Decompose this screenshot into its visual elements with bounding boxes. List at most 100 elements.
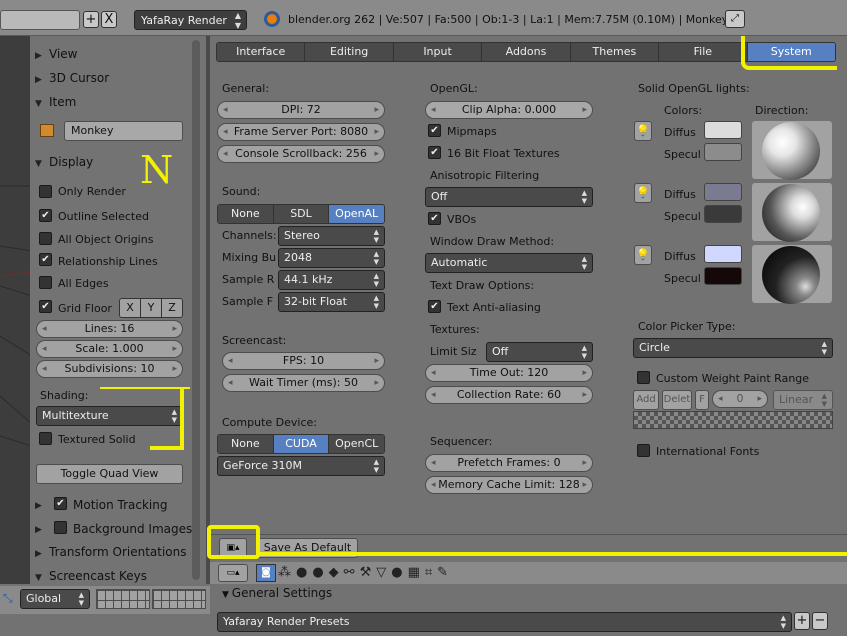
float-textures-checkbox[interactable]: ✔ <box>428 146 441 159</box>
light-1-diffuse-swatch[interactable] <box>704 121 742 139</box>
tab-interface[interactable]: Interface <box>217 43 306 61</box>
mixing-buffer-dropdown[interactable]: 2048 ▲ ▼ <box>278 248 385 268</box>
light-2-direction-sphere[interactable] <box>752 183 832 242</box>
tab-addons[interactable]: Addons <box>482 43 571 61</box>
international-fonts-checkbox[interactable] <box>637 444 650 457</box>
channels-dropdown[interactable]: Stereo ▲ ▼ <box>278 226 385 246</box>
layers-group-1[interactable] <box>96 589 150 609</box>
3d-viewport[interactable] <box>0 36 32 584</box>
fullscreen-icon[interactable]: ⤢ <box>725 10 745 28</box>
texture-timeout-field[interactable]: Time Out: 120 <box>425 364 593 382</box>
dpi-field[interactable]: DPI: 72 <box>217 101 385 119</box>
weight-delete-button[interactable]: Delet <box>662 390 692 410</box>
section-transform-orientations[interactable]: ▶ Transform Orientations <box>35 540 187 564</box>
section-view[interactable]: ▶ View <box>35 42 187 66</box>
shading-dropdown[interactable]: Multitexture ▲ ▼ <box>36 406 183 426</box>
weight-value-field[interactable]: 0 <box>712 390 768 408</box>
memory-cache-field[interactable]: Memory Cache Limit: 128 <box>425 476 593 494</box>
custom-weight-checkbox[interactable] <box>637 371 650 384</box>
light-3-direction-sphere[interactable] <box>752 245 832 304</box>
outline-selected-checkbox[interactable]: ✔ <box>39 209 52 222</box>
collapsed-triangle-icon: ▶ <box>35 549 42 559</box>
close-layout-button[interactable]: X <box>101 11 117 28</box>
editor-menu-icon[interactable]: ▭▴ <box>218 564 248 582</box>
tab-file[interactable]: File <box>659 43 748 61</box>
layers-group-2[interactable] <box>152 589 206 609</box>
add-layout-button[interactable]: + <box>83 11 99 28</box>
render-engine-dropdown[interactable]: YafaRay Render ▲ ▼ <box>134 10 247 30</box>
text-antialias-checkbox[interactable]: ✔ <box>428 300 441 313</box>
vbos-label: VBOs <box>447 213 477 226</box>
all-object-origins-checkbox[interactable] <box>39 232 52 245</box>
vbos-checkbox[interactable]: ✔ <box>428 212 441 225</box>
collection-rate-field[interactable]: Collection Rate: 60 <box>425 386 593 404</box>
tab-editing[interactable]: Editing <box>305 43 394 61</box>
sample-rate-dropdown[interactable]: 44.1 kHz ▲ ▼ <box>278 270 385 290</box>
light-1-bulb-icon[interactable]: 💡 <box>634 121 652 141</box>
tab-input[interactable]: Input <box>393 43 483 61</box>
toggle-quad-view-button[interactable]: Toggle Quad View <box>36 464 183 484</box>
background-images-checkbox[interactable] <box>54 521 67 534</box>
axis-y-toggle[interactable]: Y <box>141 299 162 317</box>
prefetch-frames-field[interactable]: Prefetch Frames: 0 <box>425 454 593 472</box>
screencast-fps-field[interactable]: FPS: 10 <box>222 352 385 370</box>
remove-preset-button[interactable]: − <box>812 612 828 630</box>
screencast-wait-timer-field[interactable]: Wait Timer (ms): 50 <box>222 374 385 392</box>
render-presets-dropdown[interactable]: Yafaray Render Presets ▲ ▼ <box>217 612 792 632</box>
light-2-specular-swatch[interactable] <box>704 205 742 223</box>
window-draw-dropdown[interactable]: Automatic ▲ ▼ <box>425 253 593 273</box>
axis-x-toggle[interactable]: X <box>120 299 141 317</box>
npanel-scrollbar[interactable] <box>192 40 200 580</box>
axis-z-toggle[interactable]: Z <box>162 299 182 317</box>
light-1-direction-sphere[interactable] <box>752 121 832 180</box>
compute-cuda-option[interactable]: CUDA <box>273 435 330 453</box>
only-render-checkbox[interactable] <box>39 185 52 198</box>
color-picker-dropdown[interactable]: Circle ▲ ▼ <box>633 338 833 358</box>
sound-sdl-option[interactable]: SDL <box>273 205 330 223</box>
section-3d-cursor[interactable]: ▶ 3D Cursor <box>35 66 187 90</box>
grid-subdivisions-field[interactable]: Subdivisions: 10 <box>36 360 183 378</box>
light-2-diffuse-swatch[interactable] <box>704 183 742 201</box>
textured-solid-checkbox[interactable] <box>39 432 52 445</box>
weight-interp-dropdown[interactable]: Linear ▲ ▼ <box>773 390 833 410</box>
frame-server-port-field[interactable]: Frame Server Port: 8080 <box>217 123 385 141</box>
sound-none-option[interactable]: None <box>218 205 274 223</box>
light-3-specular-swatch[interactable] <box>704 267 742 285</box>
sample-rate-value: 44.1 kHz <box>284 273 333 286</box>
tab-themes[interactable]: Themes <box>570 43 660 61</box>
orientation-dropdown[interactable]: Global ▲ ▼ <box>20 589 90 609</box>
light-1-specular-swatch[interactable] <box>704 143 742 161</box>
grid-floor-checkbox[interactable]: ✔ <box>39 300 52 313</box>
compute-none-option[interactable]: None <box>218 435 274 453</box>
section-item[interactable]: ▼ Item <box>35 90 187 114</box>
blender-logo-icon <box>264 11 280 27</box>
console-scrollback-field[interactable]: Console Scrollback: 256 <box>217 145 385 163</box>
general-settings-header[interactable]: ▼ General Settings <box>222 586 332 600</box>
weight-add-button[interactable]: Add <box>633 390 659 410</box>
sound-openal-option[interactable]: OpenAL <box>329 205 384 223</box>
add-preset-button[interactable]: + <box>794 612 810 630</box>
object-name-field[interactable]: Monkey <box>64 121 183 141</box>
grid-scale-field[interactable]: Scale: 1.000 <box>36 340 183 358</box>
all-edges-checkbox[interactable] <box>39 276 52 289</box>
weight-f-button[interactable]: F <box>695 390 709 410</box>
light-3-diffuse-swatch[interactable] <box>704 245 742 263</box>
compute-opencl-option[interactable]: OpenCL <box>329 435 384 453</box>
relationship-lines-checkbox[interactable]: ✔ <box>39 253 52 266</box>
weight-color-ramp[interactable] <box>633 411 833 429</box>
light-3-bulb-icon[interactable]: 💡 <box>634 245 652 265</box>
light-2-bulb-icon[interactable]: 💡 <box>634 183 652 203</box>
context-icons[interactable]: ⁂●●◆⚯⚒▽●▦⌗✎ <box>278 565 453 580</box>
anisotropic-dropdown[interactable]: Off ▲ ▼ <box>425 187 593 207</box>
motion-tracking-checkbox[interactable]: ✔ <box>54 497 67 510</box>
limit-size-dropdown[interactable]: Off ▲ ▼ <box>486 342 593 362</box>
render-context-icon[interactable]: ◙ <box>256 564 276 582</box>
clip-alpha-field[interactable]: Clip Alpha: 0.000 <box>425 101 593 119</box>
area-divider[interactable] <box>206 36 210 584</box>
sample-format-dropdown[interactable]: 32-bit Float ▲ ▼ <box>278 292 385 312</box>
screen-layout-field[interactable] <box>0 10 80 30</box>
compute-device-dropdown[interactable]: GeForce 310M ▲ ▼ <box>217 456 385 476</box>
viewport-grid <box>0 185 32 447</box>
grid-lines-field[interactable]: Lines: 16 <box>36 320 183 338</box>
mipmaps-checkbox[interactable]: ✔ <box>428 124 441 137</box>
